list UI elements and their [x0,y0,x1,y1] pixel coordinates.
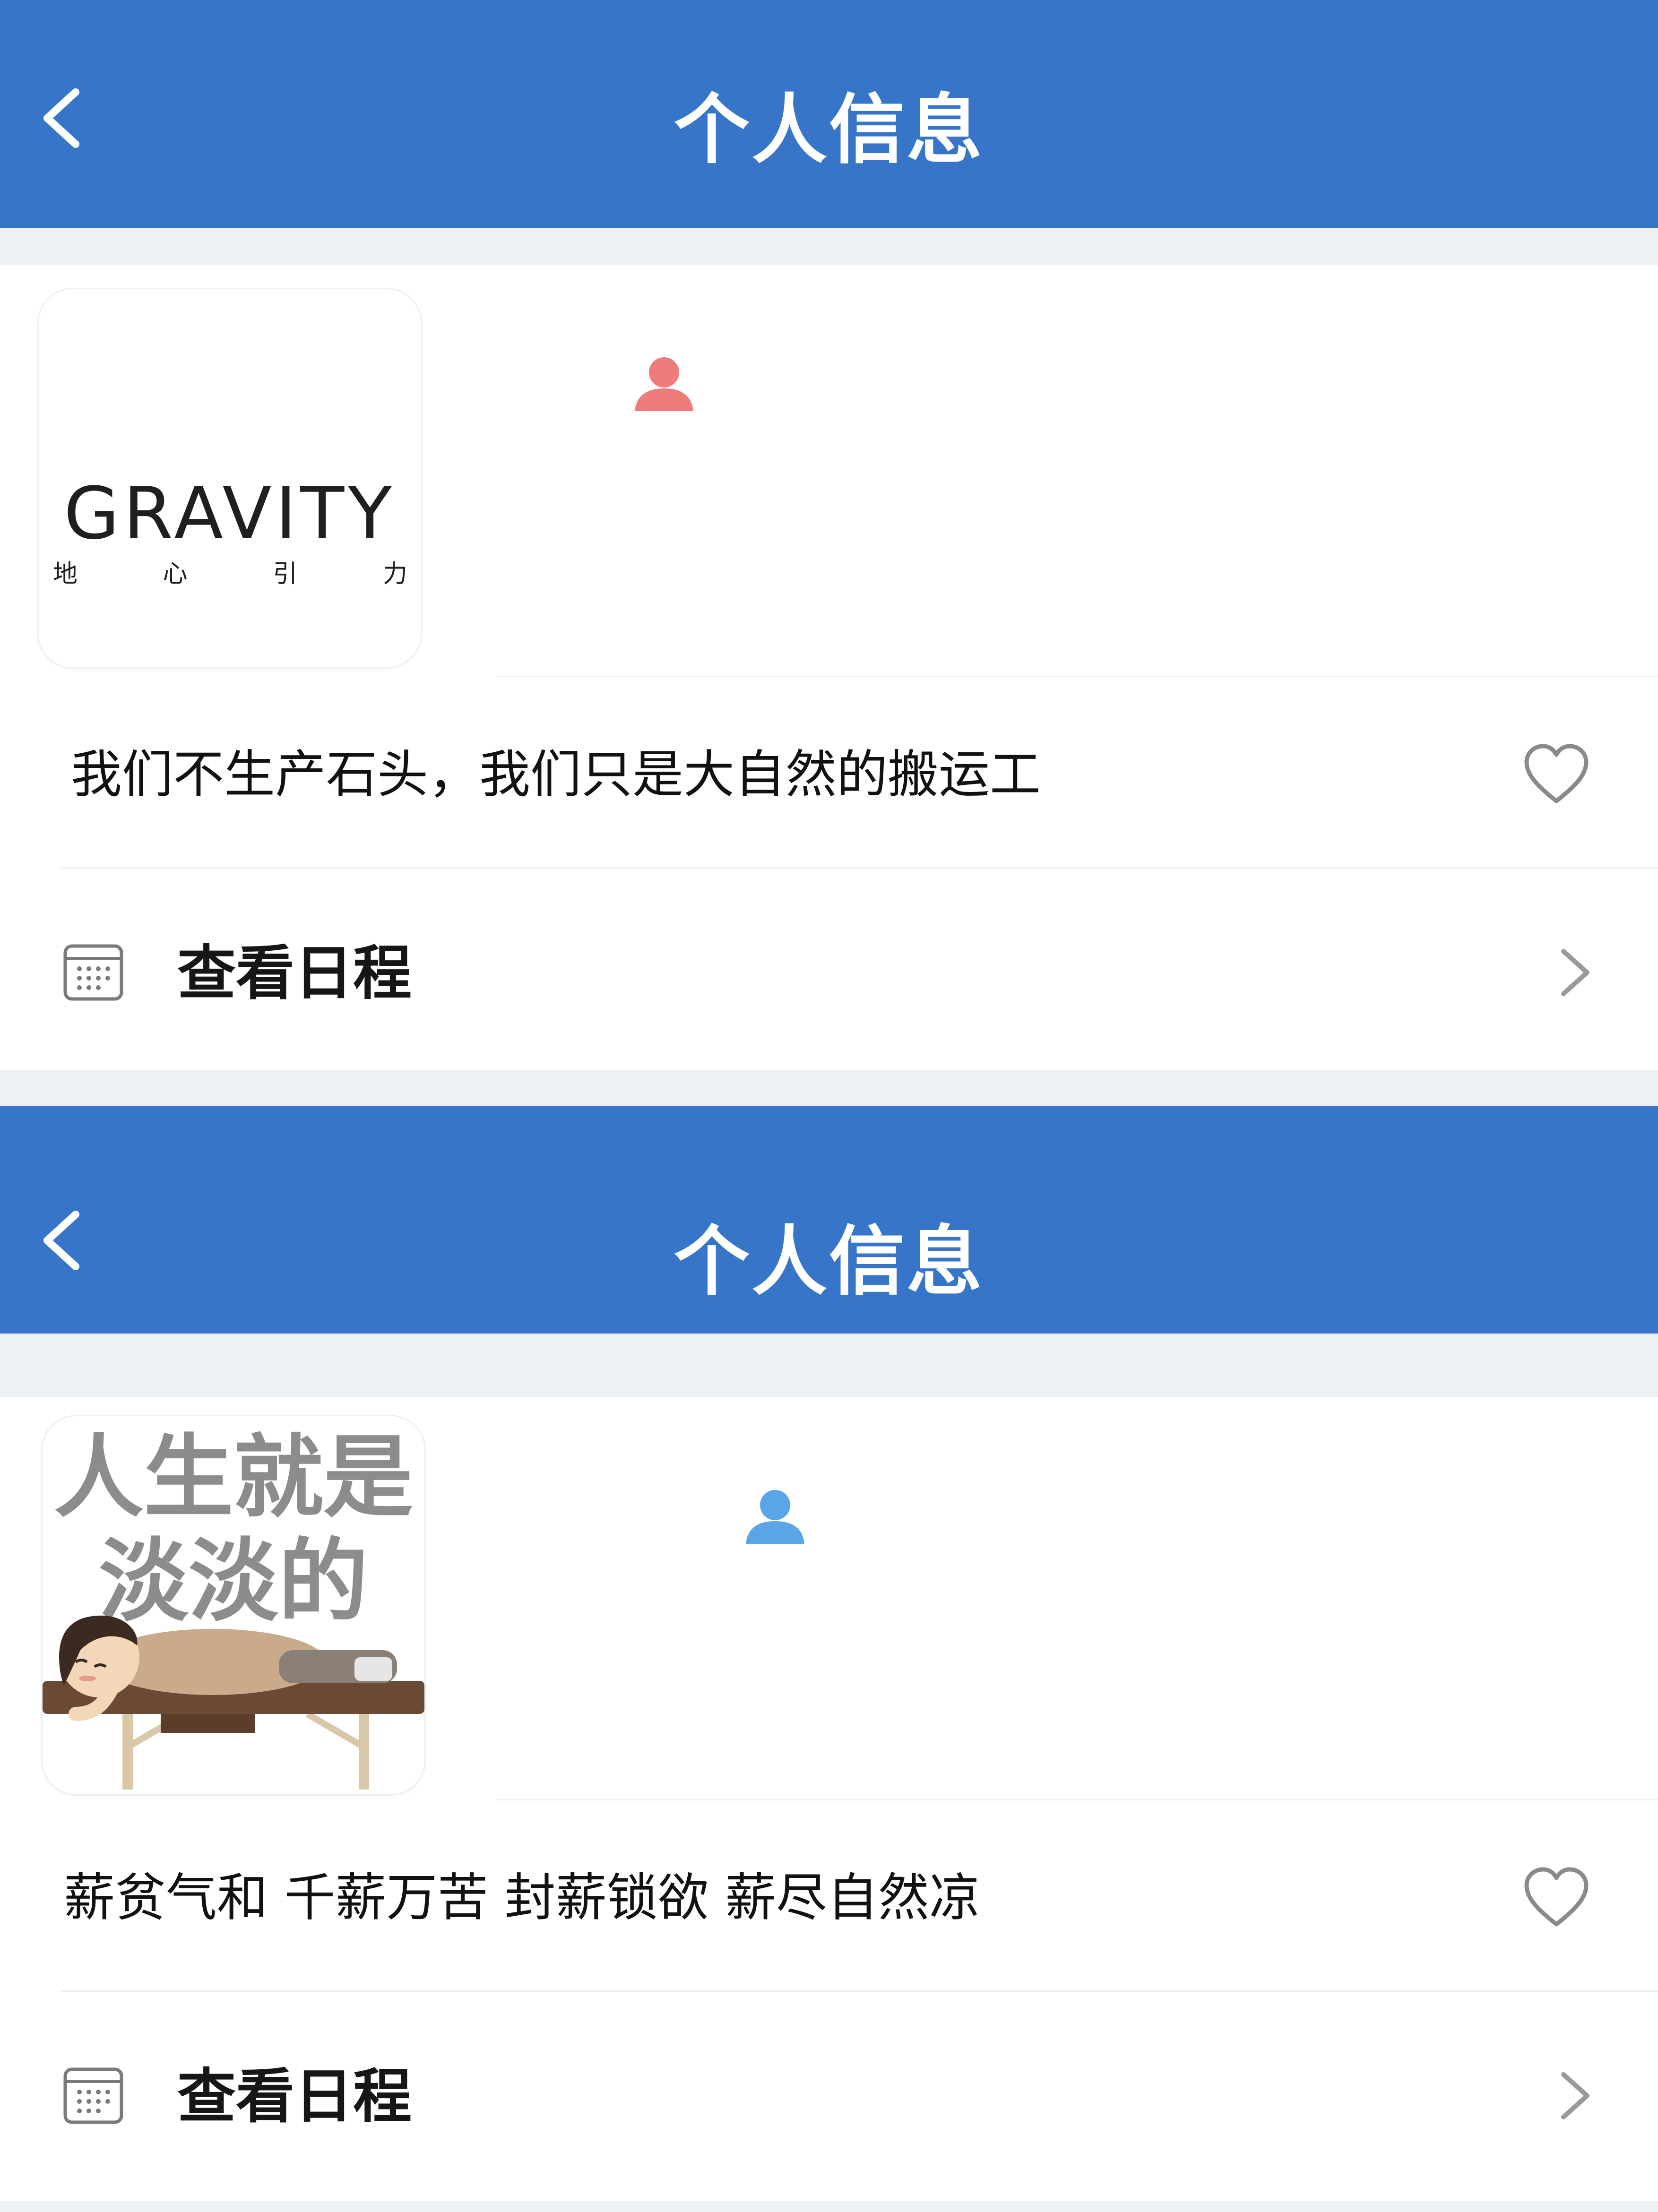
divider [496,1799,1658,1800]
logo-text: GRAVITY [64,472,396,555]
sleeping-person-illustration [43,1615,424,1790]
like-button[interactable] [1521,740,1592,810]
logo-sub-char: 引 [273,560,298,588]
view-schedule-row[interactable]: 查看日程 [0,869,1658,1072]
sticker-line-1: 人生就是 [53,1425,413,1530]
person-icon [746,1490,804,1544]
nav-bar: 个人信息 [0,0,1658,228]
view-schedule-label: 查看日程 [177,2063,412,2131]
view-schedule-row[interactable]: 查看日程 [0,1992,1658,2195]
calendar-icon [63,2067,123,2124]
page-title: 个人信息 [674,1217,984,1306]
page-title: 个人信息 [674,86,984,174]
chevron-right-icon [1561,2072,1589,2119]
logo-sub-char: 心 [163,560,188,588]
heart-outline-icon [1524,744,1589,803]
profile-screen-1: 个人信息 GRAVITY 地 心 引 力 我们不生产石头，我们只是大自然的搬运工 [0,0,1658,1106]
profile-screen-2: 个人信息 人生就是 淡淡的 薪贫气和 千薪万苦 封薪锁欲 薪尽自然凉 查看日程 [0,1106,1658,2212]
calendar-icon [63,944,123,1001]
avatar[interactable]: 人生就是 淡淡的 [43,1416,424,1794]
logo-sub-char: 地 [53,560,78,588]
logo-subtitle: 地 心 引 力 [53,554,407,589]
motto-text: 我们不生产石头，我们只是大自然的搬运工 [71,745,1041,804]
heart-outline-icon [1524,1867,1589,1927]
avatar[interactable]: GRAVITY 地 心 引 力 [39,289,421,667]
motto-text: 薪贫气和 千薪万苦 封薪锁欲 薪尽自然凉 [64,1868,980,1928]
view-schedule-label: 查看日程 [177,939,412,1007]
motto-row: 我们不生产石头，我们只是大自然的搬运工 [0,678,1658,869]
profile-card: GRAVITY 地 心 引 力 我们不生产石头，我们只是大自然的搬运工 查看日程 [0,265,1658,1070]
person-icon [635,357,693,411]
like-button[interactable] [1521,1863,1592,1934]
chevron-right-icon [1561,949,1589,996]
nav-bar: 个人信息 [0,1106,1658,1334]
motto-row: 薪贫气和 千薪万苦 封薪锁欲 薪尽自然凉 [0,1801,1658,1993]
divider [496,676,1658,677]
profile-card: 人生就是 淡淡的 薪贫气和 千薪万苦 封薪锁欲 薪尽自然凉 查看日程 [0,1397,1658,2201]
logo-sub-char: 力 [382,560,407,588]
